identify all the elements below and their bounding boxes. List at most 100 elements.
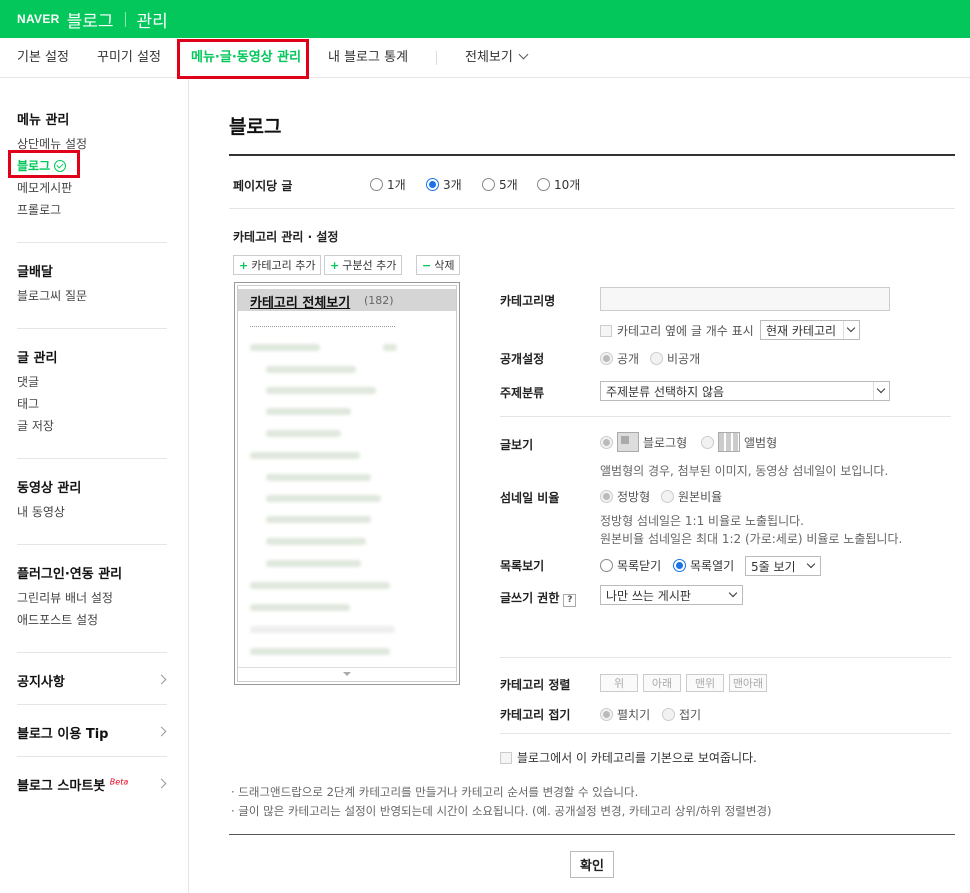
- add-category-label: 카테고리 추가: [251, 259, 316, 272]
- tab-basic-settings[interactable]: 기본 설정: [17, 38, 69, 78]
- blurred-category[interactable]: [266, 387, 376, 394]
- blurred-category[interactable]: [250, 344, 320, 351]
- radio-selected-icon[interactable]: [600, 708, 613, 721]
- radio-icon[interactable]: [701, 435, 714, 449]
- sidebar-item-green-review[interactable]: 그린리뷰 배너 설정: [17, 589, 113, 606]
- radio-icon[interactable]: [482, 178, 495, 191]
- checkbox-icon[interactable]: [600, 324, 612, 337]
- delete-button[interactable]: − 삭제: [416, 255, 461, 275]
- tab-decor-settings[interactable]: 꾸미기 설정: [97, 38, 161, 78]
- category-tree[interactable]: 카테고리 전체보기 (182): [234, 282, 460, 685]
- checkbox-icon[interactable]: [500, 751, 512, 764]
- thumb-note-2: 원본비율 섬네일은 최대 1:2 (가로:세로) 비율로 노출됩니다.: [600, 532, 903, 546]
- help-icon[interactable]: ?: [563, 594, 577, 607]
- write-permission-select[interactable]: 나만 쓰는 게시판: [600, 585, 743, 605]
- topic-select[interactable]: 주제분류 선택하지 않음: [600, 381, 890, 401]
- tab-view-all[interactable]: 전체보기: [465, 38, 529, 78]
- blog-home-link[interactable]: 블로그: [67, 7, 114, 32]
- radio-icon[interactable]: [650, 352, 663, 365]
- public-off-option[interactable]: 비공개: [650, 350, 700, 367]
- per-page-5[interactable]: 5개: [482, 176, 518, 193]
- add-category-button[interactable]: + 카테고리 추가: [233, 255, 322, 275]
- blurred-category[interactable]: [266, 474, 371, 481]
- sidebar-item-blogc-question[interactable]: 블로그씨 질문: [17, 287, 87, 304]
- naver-logo[interactable]: NAVER: [17, 12, 60, 26]
- show-count-checkbox[interactable]: 카테고리 옆에 글 개수 표시: [600, 322, 754, 339]
- add-divider-button[interactable]: + 구분선 추가: [324, 255, 403, 275]
- thumb-original-option[interactable]: 원본비율: [661, 488, 722, 505]
- blurred-category[interactable]: [250, 582, 390, 589]
- list-close-option[interactable]: 목록닫기: [600, 557, 661, 574]
- sidebar-item-saved-posts[interactable]: 글 저장: [17, 417, 54, 434]
- blurred-category[interactable]: [383, 344, 397, 351]
- blurred-category[interactable]: [266, 516, 371, 523]
- show-count-label: 카테고리 옆에 글 개수 표시: [617, 324, 754, 338]
- sidebar: 메뉴 관리 상단메뉴 설정 블로그 메모게시판 프롤로그 글배달 블로그씨 질문…: [0, 79, 189, 893]
- manage-title[interactable]: 관리: [137, 7, 168, 32]
- sort-bottom-button[interactable]: 맨아래: [729, 674, 767, 692]
- sidebar-divider: [17, 756, 167, 757]
- category-name-input[interactable]: [600, 287, 890, 311]
- category-all-link[interactable]: 카테고리 전체보기: [250, 292, 350, 311]
- blurred-category[interactable]: [266, 495, 381, 502]
- radio-selected-icon[interactable]: [600, 352, 613, 365]
- sidebar-item-memo[interactable]: 메모게시판: [17, 179, 72, 196]
- beta-badge: Beta: [109, 777, 129, 787]
- default-category-label: 블로그에서 이 카테고리를 기본으로 보여줍니다.: [517, 751, 757, 765]
- view-blog-option[interactable]: 블로그형: [600, 432, 687, 452]
- blurred-category[interactable]: [266, 538, 366, 545]
- list-open-option[interactable]: 목록열기: [673, 557, 734, 574]
- view-blog-label: 블로그형: [643, 435, 688, 450]
- show-count-select[interactable]: 현재 카테고리: [760, 320, 860, 340]
- thumb-square-option[interactable]: 정방형: [600, 488, 650, 505]
- radio-selected-icon[interactable]: [600, 490, 613, 503]
- radio-selected-icon[interactable]: [426, 178, 439, 191]
- per-page-3[interactable]: 3개: [426, 176, 462, 193]
- blurred-category[interactable]: [266, 408, 351, 415]
- per-page-10[interactable]: 10개: [537, 176, 580, 193]
- public-on-option[interactable]: 공개: [600, 350, 639, 367]
- blurred-category[interactable]: [250, 648, 390, 655]
- blurred-category[interactable]: [266, 366, 356, 373]
- sidebar-link-smartbot[interactable]: 블로그 스마트봇 Beta: [17, 775, 128, 794]
- sidebar-item-comments[interactable]: 댓글: [17, 373, 39, 390]
- sidebar-item-prologue[interactable]: 프롤로그: [17, 201, 61, 218]
- default-category-checkbox[interactable]: 블로그에서 이 카테고리를 기본으로 보여줍니다.: [500, 749, 757, 766]
- blurred-category[interactable]: [266, 430, 341, 437]
- view-album-option[interactable]: 앨범형: [701, 432, 777, 452]
- list-view-label: 목록보기: [500, 559, 545, 573]
- sidebar-divider: [17, 704, 167, 705]
- sidebar-link-tip[interactable]: 블로그 이용 Tip: [17, 723, 108, 742]
- radio-icon[interactable]: [661, 490, 674, 503]
- sidebar-item-tags[interactable]: 태그: [17, 395, 39, 412]
- per-page-1[interactable]: 1개: [370, 176, 406, 193]
- category-name-label: 카테고리명: [500, 294, 556, 308]
- tab-blog-stats[interactable]: 내 블로그 통계: [328, 38, 408, 78]
- list-lines-select[interactable]: 5줄 보기: [745, 556, 821, 576]
- fold-open-option[interactable]: 펼치기: [600, 706, 650, 723]
- sort-up-button[interactable]: 위: [600, 674, 638, 692]
- radio-icon[interactable]: [600, 559, 613, 572]
- category-all-row[interactable]: 카테고리 전체보기 (182): [238, 289, 456, 311]
- radio-icon[interactable]: [370, 178, 383, 191]
- sidebar-link-notice[interactable]: 공지사항: [17, 671, 65, 690]
- fold-close-option[interactable]: 접기: [662, 706, 701, 723]
- radio-icon[interactable]: [537, 178, 550, 191]
- radio-selected-icon[interactable]: [673, 559, 686, 572]
- blurred-category[interactable]: [266, 560, 361, 567]
- sort-top-button[interactable]: 맨위: [686, 674, 724, 692]
- sidebar-item-my-videos[interactable]: 내 동영상: [17, 503, 65, 520]
- blurred-category[interactable]: [250, 604, 350, 611]
- confirm-button[interactable]: 확인: [570, 851, 614, 878]
- sort-down-button[interactable]: 아래: [643, 674, 681, 692]
- tree-scroll-down-icon[interactable]: [238, 667, 456, 681]
- view-type-label: 글보기: [500, 438, 534, 452]
- form-divider: [500, 733, 951, 734]
- sidebar-item-adpost[interactable]: 애드포스트 설정: [17, 611, 98, 628]
- radio-icon[interactable]: [662, 708, 675, 721]
- radio-selected-icon[interactable]: [600, 435, 613, 449]
- public-on-label: 공개: [617, 352, 640, 366]
- write-permission-label: 글쓰기 권한?: [500, 589, 577, 607]
- per-page-5-label: 5개: [499, 178, 518, 192]
- blurred-category[interactable]: [250, 452, 360, 459]
